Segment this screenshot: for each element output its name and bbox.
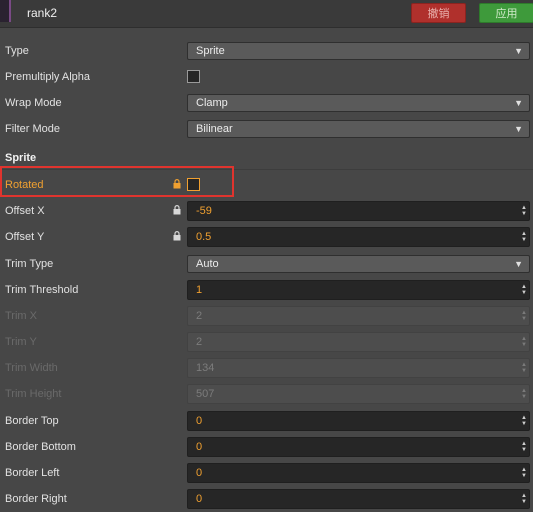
type-value: Sprite bbox=[196, 45, 225, 57]
offset-x-input[interactable]: -59 ▲ ▼ bbox=[187, 201, 530, 221]
offset-x-label: Offset X bbox=[5, 205, 45, 217]
trim-height-input: 507 ▲ ▼ bbox=[187, 384, 530, 404]
type-label: Type bbox=[5, 45, 29, 57]
border-left-value: 0 bbox=[196, 467, 203, 479]
trim-threshold-value: 1 bbox=[196, 284, 203, 296]
border-bottom-input[interactable]: 0 ▲ ▼ bbox=[187, 437, 530, 457]
border-top-value: 0 bbox=[196, 415, 203, 427]
border-left-input[interactable]: 0 ▲ ▼ bbox=[187, 463, 530, 483]
wrap-mode-select[interactable]: Clamp ▼ bbox=[187, 94, 530, 112]
filter-mode-value: Bilinear bbox=[196, 123, 233, 135]
border-top-row: Border Top 0 ▲ ▼ bbox=[0, 408, 533, 434]
trim-x-input: 2 ▲ ▼ bbox=[187, 306, 530, 326]
wrap-mode-value: Clamp bbox=[196, 97, 228, 109]
spinner-arrows-icon[interactable]: ▲ ▼ bbox=[519, 464, 529, 482]
trim-width-row: Trim Width 134 ▲ ▼ bbox=[0, 355, 533, 381]
premultiply-checkbox[interactable] bbox=[187, 70, 200, 83]
trim-y-input: 2 ▲ ▼ bbox=[187, 332, 530, 352]
border-bottom-label: Border Bottom bbox=[5, 441, 76, 453]
asset-title: rank2 bbox=[27, 6, 58, 20]
filter-mode-select[interactable]: Bilinear ▼ bbox=[187, 120, 530, 138]
border-bottom-row: Border Bottom 0 ▲ ▼ bbox=[0, 434, 533, 460]
cancel-button[interactable]: 撤销 bbox=[411, 3, 466, 23]
wrap-mode-label: Wrap Mode bbox=[5, 97, 62, 109]
border-bottom-value: 0 bbox=[196, 441, 203, 453]
inspector-header: rank2 撤销 应用 bbox=[0, 0, 533, 28]
spinner-arrows-icon: ▲ ▼ bbox=[521, 388, 527, 400]
offset-x-row: Offset X -59 ▲ ▼ bbox=[0, 198, 533, 224]
border-right-row: Border Right 0 ▲ ▼ bbox=[0, 486, 533, 512]
trim-y-row: Trim Y 2 ▲ ▼ bbox=[0, 329, 533, 355]
spinner-arrows-icon[interactable]: ▲ ▼ bbox=[519, 490, 529, 508]
trim-y-label: Trim Y bbox=[5, 336, 37, 348]
chevron-down-icon: ▼ bbox=[514, 98, 523, 108]
type-row: Type Sprite ▼ bbox=[0, 38, 533, 64]
spinner-arrows-icon: ▲ ▼ bbox=[521, 336, 527, 348]
spinner-arrows-icon[interactable]: ▲ ▼ bbox=[519, 228, 529, 246]
border-left-row: Border Left 0 ▲ ▼ bbox=[0, 460, 533, 486]
trim-height-row: Trim Height 507 ▲ ▼ bbox=[0, 381, 533, 407]
border-right-label: Border Right bbox=[5, 493, 67, 505]
premultiply-row: Premultiply Alpha bbox=[0, 64, 533, 90]
border-right-value: 0 bbox=[196, 493, 203, 505]
chevron-down-icon: ▼ bbox=[514, 124, 523, 134]
chevron-down-icon: ▼ bbox=[514, 46, 523, 56]
trim-x-row: Trim X 2 ▲ ▼ bbox=[0, 303, 533, 329]
offset-y-input[interactable]: 0.5 ▲ ▼ bbox=[187, 227, 530, 247]
trim-x-value: 2 bbox=[196, 310, 203, 322]
trim-width-value: 134 bbox=[196, 362, 215, 374]
spinner-arrows-icon: ▲ ▼ bbox=[521, 362, 527, 374]
offset-y-value: 0.5 bbox=[196, 231, 212, 243]
offset-y-row: Offset Y 0.5 ▲ ▼ bbox=[0, 224, 533, 250]
trim-x-label: Trim X bbox=[5, 310, 37, 322]
spinner-arrows-icon[interactable]: ▲ ▼ bbox=[519, 412, 529, 430]
lock-icon[interactable] bbox=[173, 231, 181, 241]
trim-type-row: Trim Type Auto ▼ bbox=[0, 251, 533, 277]
trim-type-select[interactable]: Auto ▼ bbox=[187, 255, 530, 273]
spinner-arrows-icon[interactable]: ▲ ▼ bbox=[519, 202, 529, 220]
border-top-label: Border Top bbox=[5, 415, 59, 427]
trim-type-label: Trim Type bbox=[5, 258, 54, 270]
border-right-input[interactable]: 0 ▲ ▼ bbox=[187, 489, 530, 509]
trim-threshold-row: Trim Threshold 1 ▲ ▼ bbox=[0, 277, 533, 303]
lock-icon[interactable] bbox=[173, 205, 181, 215]
spinner-arrows-icon[interactable]: ▲ ▼ bbox=[519, 281, 529, 299]
offset-y-label: Offset Y bbox=[5, 231, 45, 243]
spinner-arrows-icon: ▲ ▼ bbox=[521, 310, 527, 322]
type-select[interactable]: Sprite ▼ bbox=[187, 42, 530, 60]
trim-height-label: Trim Height bbox=[5, 388, 62, 400]
trim-width-input: 134 ▲ ▼ bbox=[187, 358, 530, 378]
premultiply-label: Premultiply Alpha bbox=[5, 71, 90, 83]
filter-mode-label: Filter Mode bbox=[5, 123, 61, 135]
border-left-label: Border Left bbox=[5, 467, 60, 479]
trim-height-value: 507 bbox=[196, 388, 215, 400]
trim-threshold-input[interactable]: 1 ▲ ▼ bbox=[187, 280, 530, 300]
spinner-arrows-icon[interactable]: ▲ ▼ bbox=[519, 438, 529, 456]
trim-threshold-label: Trim Threshold bbox=[5, 284, 79, 296]
chevron-down-icon: ▼ bbox=[514, 259, 523, 269]
wrap-mode-row: Wrap Mode Clamp ▼ bbox=[0, 90, 533, 116]
highlight-box bbox=[0, 166, 234, 197]
trim-y-value: 2 bbox=[196, 336, 203, 348]
trim-type-value: Auto bbox=[196, 258, 219, 270]
filter-mode-row: Filter Mode Bilinear ▼ bbox=[0, 116, 533, 142]
asset-thumbnail bbox=[0, 0, 11, 22]
apply-button[interactable]: 应用 bbox=[479, 3, 533, 23]
trim-width-label: Trim Width bbox=[5, 362, 58, 374]
border-top-input[interactable]: 0 ▲ ▼ bbox=[187, 411, 530, 431]
offset-x-value: -59 bbox=[196, 205, 212, 217]
